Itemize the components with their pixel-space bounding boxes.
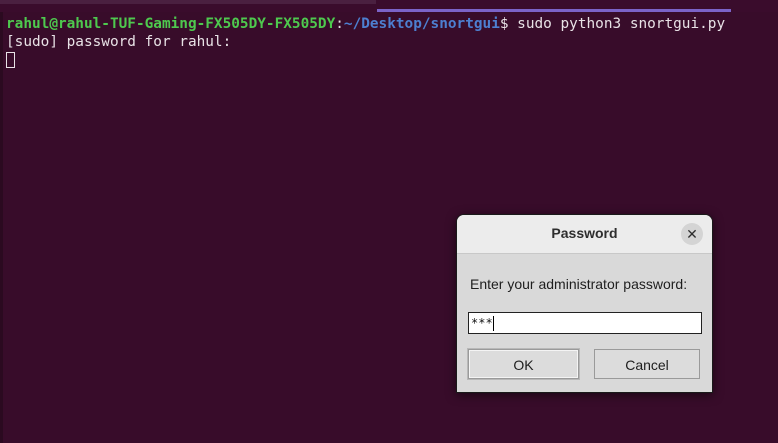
prompt-user: rahul@rahul-TUF-Gaming-FX505DY-FX505DY: [6, 16, 336, 32]
ok-button[interactable]: OK: [468, 349, 579, 379]
close-icon[interactable]: ✕: [681, 223, 703, 245]
tab-active-indicator: [377, 9, 731, 12]
prompt-path: ~/Desktop/snortgui: [343, 16, 500, 32]
sudo-password-prompt: [sudo] password for rahul:: [6, 34, 232, 50]
tab-bar: [0, 0, 778, 12]
prompt-separator: :: [335, 16, 344, 32]
window-edge: [0, 12, 3, 443]
prompt-command: $ sudo python3 snortgui.py: [499, 16, 726, 32]
tab-inactive[interactable]: [0, 0, 376, 4]
password-field[interactable]: ***: [468, 312, 702, 334]
password-dialog: Password ✕ Enter your administrator pass…: [456, 214, 713, 393]
cancel-button[interactable]: Cancel: [594, 349, 700, 379]
dialog-titlebar[interactable]: Password ✕: [457, 215, 712, 254]
text-caret: [492, 316, 494, 331]
password-value: ***: [471, 316, 493, 330]
terminal-output[interactable]: rahul@rahul-TUF-Gaming-FX505DY-FX505DY:~…: [6, 15, 725, 69]
terminal-window: rahul@rahul-TUF-Gaming-FX505DY-FX505DY:~…: [0, 0, 778, 443]
password-prompt-label: Enter your administrator password:: [470, 276, 688, 292]
dialog-title: Password: [551, 225, 618, 241]
terminal-cursor: [6, 52, 15, 68]
